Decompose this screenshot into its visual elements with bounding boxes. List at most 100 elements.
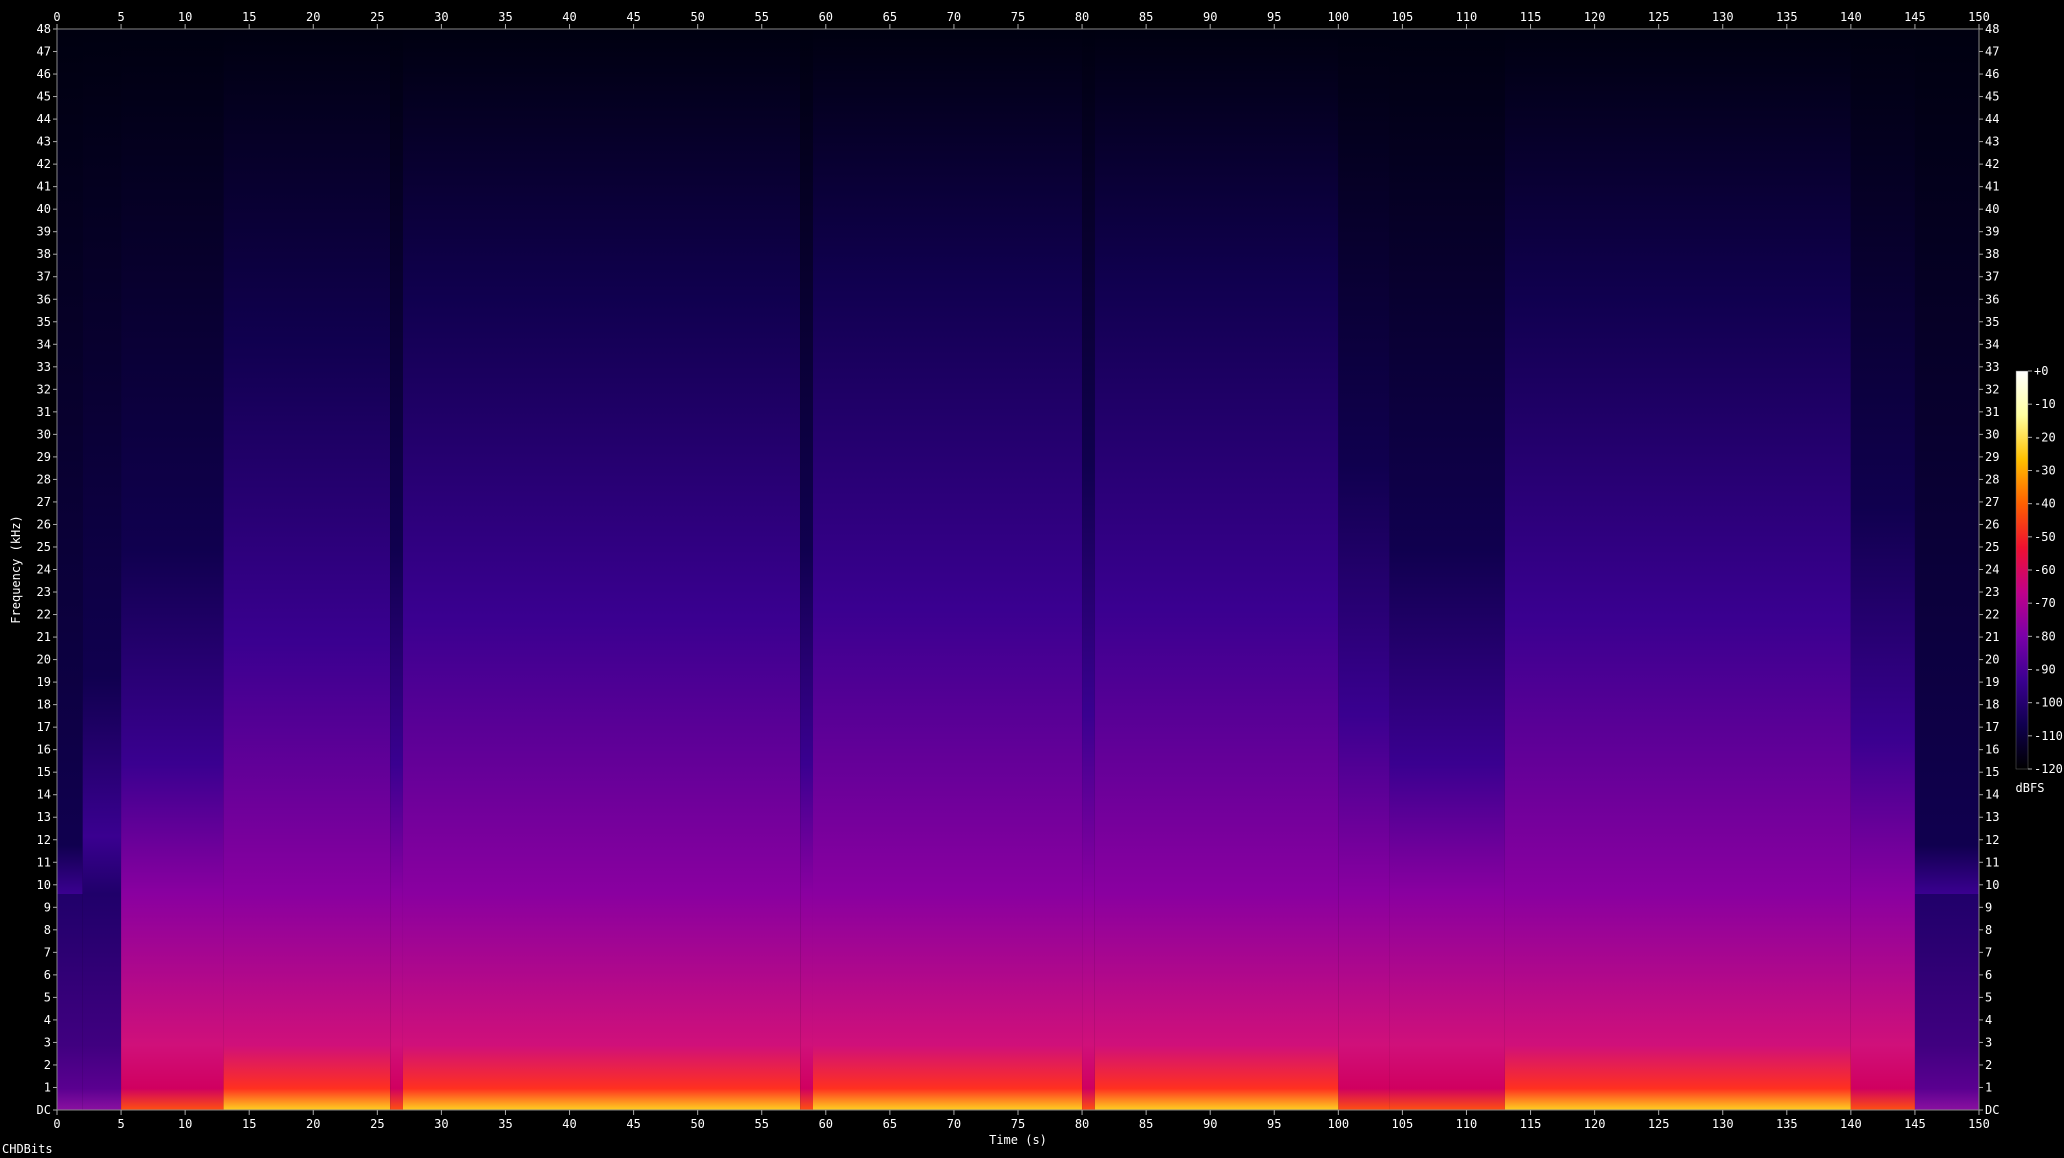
y-tick-label-right: 1 bbox=[1985, 1080, 1992, 1094]
energy-column bbox=[800, 29, 813, 1110]
y-tick-label: 4 bbox=[44, 1013, 51, 1027]
y-tick-label-right: 11 bbox=[1985, 855, 1999, 869]
energy-column bbox=[121, 29, 224, 1110]
y-tick-label: 27 bbox=[37, 495, 51, 509]
y-tick-label: 46 bbox=[37, 67, 51, 81]
y-tick-label-right: 9 bbox=[1985, 900, 1992, 914]
colorbar-label: dBFS bbox=[2016, 781, 2045, 795]
colorbar-tick-label: -50 bbox=[2034, 530, 2056, 544]
y-tick-label-right: 32 bbox=[1985, 382, 1999, 396]
y-tick-label: 37 bbox=[37, 270, 51, 284]
y-tick-label: 43 bbox=[37, 135, 51, 149]
x-tick-label: 140 bbox=[1840, 1117, 1862, 1131]
y-tick-label-right: 2 bbox=[1985, 1058, 1992, 1072]
x-tick-label: 75 bbox=[1011, 1117, 1025, 1131]
x-tick-label-top: 50 bbox=[690, 10, 704, 24]
y-tick-label: 17 bbox=[37, 720, 51, 734]
y-tick-label-right: 12 bbox=[1985, 833, 1999, 847]
y-tick-label: 16 bbox=[37, 743, 51, 757]
y-tick-label-right: 31 bbox=[1985, 405, 1999, 419]
y-tick-label: 39 bbox=[37, 225, 51, 239]
colorbar-tick-label: -120 bbox=[2034, 762, 2063, 776]
energy-column bbox=[402, 29, 801, 1110]
energy-column bbox=[57, 29, 83, 1110]
y-tick-label: 34 bbox=[37, 337, 51, 351]
x-tick-label-top: 45 bbox=[626, 10, 640, 24]
x-tick-label-top: 85 bbox=[1139, 10, 1153, 24]
y-tick-label-right: 6 bbox=[1985, 968, 1992, 982]
x-tick-label: 40 bbox=[562, 1117, 576, 1131]
energy-column bbox=[812, 29, 1083, 1110]
colorbar-tick-label: -40 bbox=[2034, 497, 2056, 511]
y-tick-label-right: 40 bbox=[1985, 202, 1999, 216]
y-tick-label-right: 35 bbox=[1985, 315, 1999, 329]
colorbar-tick-label: -70 bbox=[2034, 596, 2056, 610]
y-tick-label-right: 16 bbox=[1985, 743, 1999, 757]
energy-column bbox=[82, 29, 122, 1110]
x-tick-label-top: 35 bbox=[498, 10, 512, 24]
y-tick-label: 8 bbox=[44, 923, 51, 937]
x-tick-label-top: 75 bbox=[1011, 10, 1025, 24]
x-tick-label: 125 bbox=[1648, 1117, 1670, 1131]
y-tick-label: 7 bbox=[44, 945, 51, 959]
x-tick-label: 150 bbox=[1968, 1117, 1990, 1131]
x-tick-label-top: 25 bbox=[370, 10, 384, 24]
energy-column bbox=[1389, 29, 1505, 1110]
x-tick-label: 30 bbox=[434, 1117, 448, 1131]
y-tick-label: 42 bbox=[37, 157, 51, 171]
colorbar-tick-label: -100 bbox=[2034, 696, 2063, 710]
x-tick-label: 10 bbox=[178, 1117, 192, 1131]
y-tick-label: 28 bbox=[37, 472, 51, 486]
x-tick-label: 135 bbox=[1776, 1117, 1798, 1131]
colorbar-tick-label: +0 bbox=[2034, 364, 2048, 378]
energy-column bbox=[1338, 29, 1390, 1110]
x-tick-label-top: 90 bbox=[1203, 10, 1217, 24]
y-tick-label-right: 39 bbox=[1985, 225, 1999, 239]
y-tick-label-right: 14 bbox=[1985, 788, 1999, 802]
y-tick-label-right: 33 bbox=[1985, 360, 1999, 374]
y-tick-label-right: 44 bbox=[1985, 112, 1999, 126]
x-tick-label-top: 30 bbox=[434, 10, 448, 24]
y-tick-label-right: 19 bbox=[1985, 675, 1999, 689]
x-tick-label-top: 65 bbox=[883, 10, 897, 24]
y-tick-label-right: 25 bbox=[1985, 540, 1999, 554]
y-tick-label: 41 bbox=[37, 180, 51, 194]
y-tick-label-right: 13 bbox=[1985, 810, 1999, 824]
energy-column bbox=[1850, 29, 1915, 1110]
x-tick-label: 85 bbox=[1139, 1117, 1153, 1131]
x-tick-label-top: 55 bbox=[755, 10, 769, 24]
y-tick-label-right: 21 bbox=[1985, 630, 1999, 644]
y-tick-label-right: 10 bbox=[1985, 878, 1999, 892]
x-tick-label-top: 10 bbox=[178, 10, 192, 24]
y-axis-label: Frequency (kHz) bbox=[9, 515, 23, 623]
y-tick-label-right: 36 bbox=[1985, 292, 1999, 306]
y-tick-label-right: 41 bbox=[1985, 180, 1999, 194]
y-tick-label-right: 34 bbox=[1985, 337, 1999, 351]
y-tick-label: 15 bbox=[37, 765, 51, 779]
x-tick-label: 105 bbox=[1392, 1117, 1414, 1131]
x-tick-label-top: 20 bbox=[306, 10, 320, 24]
energy-column bbox=[1094, 29, 1339, 1110]
y-tick-label-right: 3 bbox=[1985, 1035, 1992, 1049]
y-tick-label-right: 37 bbox=[1985, 270, 1999, 284]
x-tick-label: 35 bbox=[498, 1117, 512, 1131]
energy-column bbox=[1504, 29, 1851, 1110]
x-tick-label-top: 95 bbox=[1267, 10, 1281, 24]
y-tick-label-right: 42 bbox=[1985, 157, 1999, 171]
y-tick-label: 48 bbox=[37, 22, 51, 36]
y-tick-label-right: 26 bbox=[1985, 517, 1999, 531]
y-tick-label: 29 bbox=[37, 450, 51, 464]
x-tick-label-top: 145 bbox=[1904, 10, 1926, 24]
x-tick-label-top: 105 bbox=[1392, 10, 1414, 24]
y-tick-label: 21 bbox=[37, 630, 51, 644]
x-tick-label-top: 125 bbox=[1648, 10, 1670, 24]
y-tick-label: 9 bbox=[44, 900, 51, 914]
y-tick-label-right: 22 bbox=[1985, 608, 1999, 622]
x-tick-label-top: 40 bbox=[562, 10, 576, 24]
energy-column bbox=[1914, 29, 1979, 1110]
y-tick-label: 31 bbox=[37, 405, 51, 419]
y-tick-label: 2 bbox=[44, 1058, 51, 1072]
y-tick-label: 33 bbox=[37, 360, 51, 374]
y-tick-label-right: 48 bbox=[1985, 22, 1999, 36]
y-tick-label-right: 29 bbox=[1985, 450, 1999, 464]
